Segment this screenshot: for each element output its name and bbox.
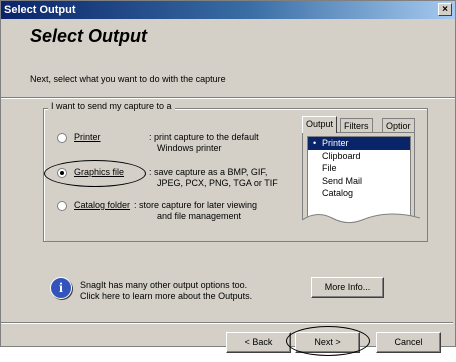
info-line-2: Click here to learn more about the Outpu… <box>80 291 253 301</box>
list-item[interactable]: Printer <box>308 137 410 150</box>
catalog-folder-desc-2: and file management <box>157 211 242 221</box>
back-button[interactable]: < Back <box>226 332 291 353</box>
group-legend: I want to send my capture to a <box>48 101 175 111</box>
more-info-button[interactable]: More Info... <box>311 277 384 298</box>
list-item[interactable]: Catalog <box>308 187 410 200</box>
catalog-folder-label[interactable]: Catalog folder <box>74 200 130 210</box>
info-text[interactable]: SnagIt has many other output options too… <box>80 280 252 302</box>
page-title: Select Output <box>30 26 148 46</box>
next-highlight-ellipse <box>286 326 370 356</box>
cancel-label: Cancel <box>394 337 423 347</box>
cancel-button[interactable]: Cancel <box>376 332 441 353</box>
more-info-label: More Info... <box>324 282 371 292</box>
info-icon: i <box>50 277 72 299</box>
list-item[interactable]: Send Mail <box>308 175 410 188</box>
list-item[interactable]: Clipboard <box>308 150 410 163</box>
tab-filters[interactable]: Filters <box>340 118 373 132</box>
list-item[interactable]: File <box>308 162 410 175</box>
catalog-folder-radio[interactable] <box>57 201 67 211</box>
footer-divider <box>1 322 453 324</box>
printer-desc-1: : print capture to the default <box>149 132 259 142</box>
title-bar: Select Output × <box>1 1 455 19</box>
page-subtitle: Next, select what you want to do with th… <box>30 74 226 84</box>
graphics-file-desc-2: JPEG, PCX, PNG, TGA or TIF <box>157 178 278 188</box>
tab-output[interactable]: Output <box>302 116 338 133</box>
info-line-1: SnagIt has many other output options too… <box>80 280 248 290</box>
header-divider <box>1 97 455 99</box>
tab-options[interactable]: Optior <box>382 118 415 132</box>
back-label: < Back <box>244 337 273 347</box>
graphics-file-highlight-ellipse <box>44 160 146 187</box>
printer-label[interactable]: Printer <box>74 132 101 142</box>
catalog-folder-desc-1: : store capture for later viewing <box>134 200 258 210</box>
printer-desc-2: Windows printer <box>157 143 222 153</box>
printer-radio[interactable] <box>57 133 67 143</box>
torn-edge <box>302 213 420 236</box>
output-tabs-preview: Output Filters Optior Printer Clipboard … <box>302 116 420 236</box>
window-title: Select Output <box>4 4 76 16</box>
graphics-file-desc-1: : save capture as a BMP, GIF, <box>149 167 268 177</box>
close-button[interactable]: × <box>438 3 452 16</box>
